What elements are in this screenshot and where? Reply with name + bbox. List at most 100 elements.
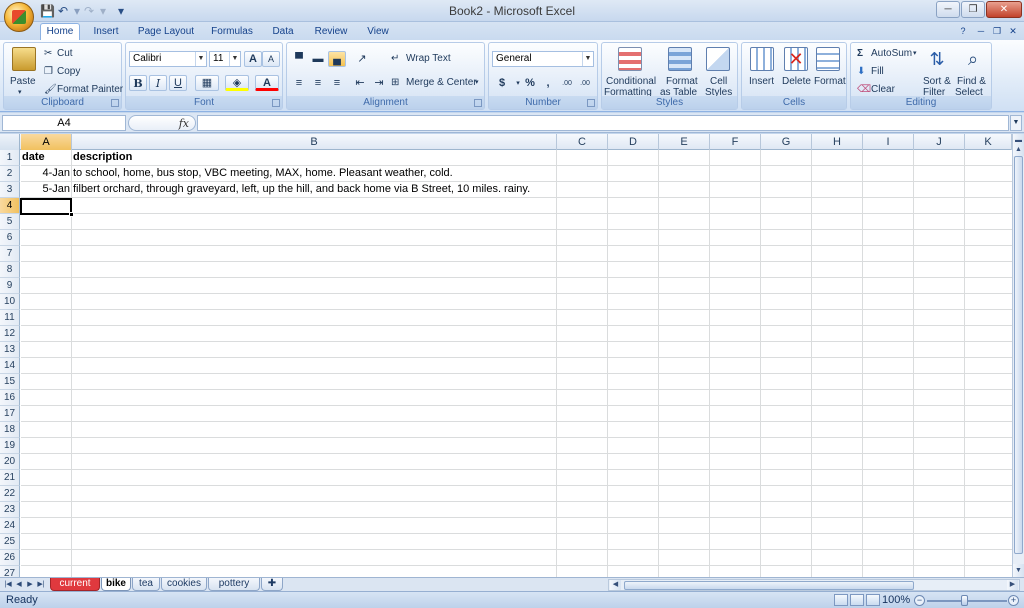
- row-header-3[interactable]: 3: [0, 182, 20, 198]
- format-cells-button[interactable]: Format: [814, 76, 846, 88]
- tab-data[interactable]: Data: [266, 24, 300, 40]
- autosum-button[interactable]: AutoSum: [871, 48, 912, 60]
- align-top-icon[interactable]: ▀: [290, 51, 308, 67]
- merge-center-button[interactable]: Merge & Center: [406, 77, 477, 89]
- fill-icon[interactable]: ⬇: [857, 66, 865, 78]
- format-cells-icon[interactable]: [816, 47, 840, 71]
- align-center-icon[interactable]: ≡: [309, 75, 327, 91]
- format-painter-icon[interactable]: 🖌: [44, 84, 57, 96]
- font-dialog-launcher[interactable]: [272, 99, 280, 107]
- cut-icon[interactable]: ✂: [44, 48, 52, 60]
- insert-sheet-icon[interactable]: ✚: [261, 578, 283, 591]
- zoom-level[interactable]: 100%: [882, 594, 910, 606]
- autosum-icon[interactable]: Σ: [857, 48, 863, 60]
- row-header-13[interactable]: 13: [0, 342, 20, 358]
- fill-color-icon[interactable]: ◈: [225, 75, 249, 91]
- wrap-text-button[interactable]: Wrap Text: [406, 53, 451, 65]
- row-header-24[interactable]: 24: [0, 518, 20, 534]
- fill-handle[interactable]: [69, 212, 74, 217]
- tab-formulas[interactable]: Formulas: [206, 24, 258, 40]
- number-dialog-launcher[interactable]: [587, 99, 595, 107]
- grow-font-button[interactable]: A: [244, 51, 262, 67]
- row-header-10[interactable]: 10: [0, 294, 20, 310]
- copy-button[interactable]: Copy: [57, 66, 80, 78]
- number-format-combo[interactable]: General ▼: [492, 51, 594, 67]
- expand-formula-bar-icon[interactable]: ▼: [1010, 115, 1022, 131]
- zoom-in-icon[interactable]: +: [1008, 595, 1019, 606]
- row-header-6[interactable]: 6: [0, 230, 20, 246]
- column-header-c[interactable]: C: [557, 134, 608, 150]
- copy-icon[interactable]: ❐: [44, 66, 53, 78]
- column-header-h[interactable]: H: [812, 134, 863, 150]
- column-header-g[interactable]: G: [761, 134, 812, 150]
- row-header-9[interactable]: 9: [0, 278, 20, 294]
- insert-function-icon[interactable]: fx: [179, 116, 189, 131]
- bold-button[interactable]: B: [129, 75, 147, 91]
- horizontal-scroll-thumb[interactable]: [624, 581, 914, 590]
- scroll-down-icon[interactable]: ▼: [1013, 564, 1024, 577]
- minimize-button[interactable]: ─: [936, 1, 960, 18]
- merge-dropdown-icon[interactable]: ▾: [475, 77, 479, 89]
- row-header-21[interactable]: 21: [0, 470, 20, 486]
- align-bottom-icon[interactable]: ▄: [328, 51, 346, 67]
- workbook-close-icon[interactable]: ✕: [1006, 25, 1020, 38]
- row-header-2[interactable]: 2: [0, 166, 20, 182]
- horizontal-scrollbar[interactable]: ◀ ▶: [608, 579, 1020, 591]
- chevron-down-icon[interactable]: ▼: [582, 52, 593, 66]
- scroll-up-icon[interactable]: ▲: [1013, 143, 1024, 156]
- page-break-view-icon[interactable]: [866, 594, 880, 606]
- paste-button[interactable]: Paste: [10, 76, 36, 88]
- paste-icon[interactable]: [12, 47, 36, 71]
- shrink-font-button[interactable]: A: [262, 51, 280, 67]
- row-header-22[interactable]: 22: [0, 486, 20, 502]
- last-sheet-icon[interactable]: ▶|: [36, 579, 46, 591]
- row-header-16[interactable]: 16: [0, 390, 20, 406]
- chevron-down-icon[interactable]: ▼: [229, 52, 240, 66]
- row-header-18[interactable]: 18: [0, 422, 20, 438]
- column-header-a[interactable]: A: [21, 134, 72, 150]
- office-button[interactable]: [4, 2, 34, 32]
- font-name-combo[interactable]: Calibri ▼: [129, 51, 207, 67]
- vertical-scroll-thumb[interactable]: [1014, 156, 1023, 554]
- tab-insert[interactable]: Insert: [86, 24, 126, 40]
- scroll-right-icon[interactable]: ▶: [1007, 580, 1018, 590]
- name-box[interactable]: A4: [2, 115, 126, 131]
- delete-cells-icon[interactable]: ✕: [784, 47, 808, 71]
- close-button[interactable]: ✕: [986, 1, 1022, 18]
- next-sheet-icon[interactable]: ▶: [25, 579, 35, 591]
- format-as-table-icon[interactable]: [668, 47, 692, 71]
- clipboard-dialog-launcher[interactable]: [111, 99, 119, 107]
- row-header-25[interactable]: 25: [0, 534, 20, 550]
- row-header-14[interactable]: 14: [0, 358, 20, 374]
- column-header-f[interactable]: F: [710, 134, 761, 150]
- autosum-dropdown-icon[interactable]: ▾: [913, 48, 917, 60]
- clear-button[interactable]: Clear: [871, 84, 895, 96]
- insert-cells-icon[interactable]: [750, 47, 774, 71]
- find-select-icon[interactable]: ⌕: [961, 47, 985, 71]
- row-header-7[interactable]: 7: [0, 246, 20, 262]
- row-header-23[interactable]: 23: [0, 502, 20, 518]
- row-header-8[interactable]: 8: [0, 262, 20, 278]
- row-header-27[interactable]: 27: [0, 566, 20, 577]
- active-cell-a4[interactable]: [20, 198, 72, 215]
- column-header-k[interactable]: K: [965, 134, 1012, 150]
- tab-home[interactable]: Home: [40, 23, 80, 40]
- align-left-icon[interactable]: ≡: [290, 75, 308, 91]
- formula-input[interactable]: [197, 115, 1009, 131]
- row-header-17[interactable]: 17: [0, 406, 20, 422]
- sheet-tab-cookies[interactable]: cookies: [161, 578, 207, 591]
- cell-grid[interactable]: [21, 150, 1012, 577]
- wrap-text-icon[interactable]: ↵: [391, 53, 399, 65]
- insert-cells-button[interactable]: Insert: [749, 76, 774, 88]
- row-header-20[interactable]: 20: [0, 454, 20, 470]
- select-all-button[interactable]: [0, 134, 20, 150]
- column-header-e[interactable]: E: [659, 134, 710, 150]
- tab-page-layout[interactable]: Page Layout: [134, 24, 198, 40]
- column-header-i[interactable]: I: [863, 134, 914, 150]
- zoom-slider-thumb[interactable]: [961, 595, 968, 606]
- row-header-11[interactable]: 11: [0, 310, 20, 326]
- restore-button[interactable]: ❐: [961, 1, 985, 18]
- sheet-tab-bike[interactable]: bike: [101, 578, 131, 591]
- row-header-4[interactable]: 4: [0, 198, 20, 214]
- cut-button[interactable]: Cut: [57, 48, 73, 60]
